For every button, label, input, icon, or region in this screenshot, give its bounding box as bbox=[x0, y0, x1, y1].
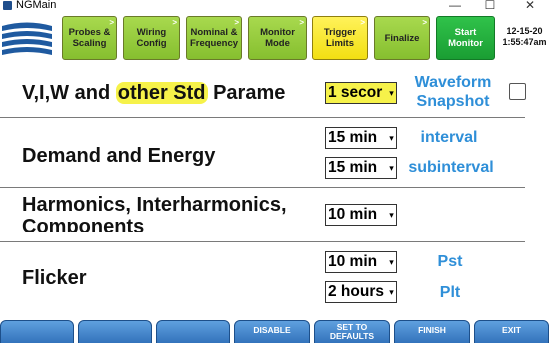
step-nominal-frequency[interactable]: > Nominal & Frequency bbox=[186, 16, 242, 60]
minimize-button[interactable]: — bbox=[445, 0, 465, 12]
plt-interval-value: 2 hours bbox=[328, 283, 384, 300]
step-arrow-icon: > bbox=[422, 18, 427, 27]
step-arrow-icon: > bbox=[360, 18, 365, 27]
harmonics-label-line2: Components bbox=[22, 216, 145, 232]
vi-row-label: V,I,W and other Std Parame bbox=[22, 82, 285, 105]
window-title: NGMain bbox=[16, 0, 57, 11]
function-key-2[interactable] bbox=[78, 320, 152, 343]
wizard-toolbar: > Probes & Scaling > Wiring Config > Nom… bbox=[0, 12, 549, 64]
waveform-label: Waveform bbox=[414, 74, 492, 91]
step-finalize[interactable]: > Finalize bbox=[374, 16, 430, 60]
app-icon bbox=[3, 1, 12, 10]
row-divider bbox=[0, 117, 525, 118]
step-probes-scaling[interactable]: > Probes & Scaling bbox=[62, 16, 117, 60]
demand-interval-value: 15 min bbox=[328, 129, 378, 146]
step-label: Start Monitor bbox=[448, 27, 483, 49]
function-key-bar: DISABLE SET TO DEFAULTS FINISH EXIT bbox=[0, 320, 549, 343]
step-label: Finalize bbox=[384, 32, 420, 44]
flicker-row-label: Flicker bbox=[22, 267, 87, 289]
row-divider bbox=[0, 241, 525, 242]
waveform-snapshot-checkbox[interactable] bbox=[509, 83, 526, 100]
step-arrow-icon: > bbox=[172, 18, 177, 27]
demand-row-label: Demand and Energy bbox=[22, 145, 216, 167]
pst-interval-select[interactable]: 10 min ▾ bbox=[325, 251, 397, 273]
vi-interval-select[interactable]: 1 secor ▾ bbox=[325, 82, 397, 104]
step-label: Trigger Limits bbox=[323, 27, 357, 49]
demand-subinterval-value: 15 min bbox=[328, 159, 378, 176]
function-key-3[interactable] bbox=[156, 320, 230, 343]
function-key-1[interactable] bbox=[0, 320, 74, 343]
harmonics-interval-select[interactable]: 10 min ▾ bbox=[325, 204, 397, 226]
vi-interval-value: 1 secor bbox=[328, 84, 383, 101]
pst-label: Pst bbox=[437, 253, 463, 270]
demand-subinterval-select[interactable]: 15 min ▾ bbox=[325, 157, 397, 179]
step-monitor-mode[interactable]: > Monitor Mode bbox=[248, 16, 307, 60]
vi-label-prefix: V,I,W and bbox=[22, 82, 116, 104]
time-text: 1:55:47am bbox=[502, 37, 547, 47]
chevron-down-icon[interactable]: ▾ bbox=[387, 282, 396, 302]
plt-label: Plt bbox=[439, 284, 461, 301]
window-titlebar: NGMain — ☐ ✕ bbox=[0, 0, 549, 12]
pst-interval-value: 10 min bbox=[328, 253, 378, 270]
step-label: Wiring Config bbox=[136, 27, 167, 49]
disable-button[interactable]: DISABLE bbox=[234, 320, 310, 343]
subinterval-label: subinterval bbox=[408, 159, 494, 176]
snapshot-label: Snapshot bbox=[416, 93, 490, 110]
set-to-defaults-button[interactable]: SET TO DEFAULTS bbox=[314, 320, 390, 343]
finish-button[interactable]: FINISH bbox=[394, 320, 470, 343]
harmonics-label-line1: Harmonics, Interharmonics, bbox=[22, 194, 287, 216]
harmonics-row: Harmonics, Interharmonics, Components bbox=[0, 188, 549, 232]
step-label: Probes & Scaling bbox=[68, 27, 111, 49]
vi-label-highlight: other Std bbox=[115, 82, 208, 104]
chevron-down-icon[interactable]: ▾ bbox=[387, 205, 396, 225]
exit-button[interactable]: EXIT bbox=[474, 320, 549, 343]
company-logo-icon bbox=[0, 17, 54, 61]
chevron-down-icon[interactable]: ▾ bbox=[387, 252, 396, 272]
close-button[interactable]: ✕ bbox=[520, 0, 540, 12]
chevron-down-icon[interactable]: ▾ bbox=[387, 158, 396, 178]
step-arrow-icon: > bbox=[234, 18, 239, 27]
demand-interval-select[interactable]: 15 min ▾ bbox=[325, 127, 397, 149]
step-trigger-limits[interactable]: > Trigger Limits bbox=[312, 16, 368, 60]
step-arrow-icon: > bbox=[109, 18, 114, 27]
date-text: 12-15-20 bbox=[506, 26, 543, 36]
step-arrow-icon: > bbox=[299, 18, 304, 27]
vi-label-suffix: Parame bbox=[207, 82, 286, 104]
plt-interval-select[interactable]: 2 hours ▾ bbox=[325, 281, 397, 303]
start-monitor-button[interactable]: Start Monitor bbox=[436, 16, 495, 60]
step-label: Nominal & Frequency bbox=[189, 27, 239, 49]
harmonics-interval-value: 10 min bbox=[328, 206, 378, 223]
chevron-down-icon[interactable]: ▾ bbox=[387, 128, 396, 148]
maximize-button[interactable]: ☐ bbox=[480, 0, 500, 12]
datetime-display: 12-15-20 1:55:47am bbox=[500, 26, 549, 48]
step-wiring-config[interactable]: > Wiring Config bbox=[123, 16, 180, 60]
step-label: Monitor Mode bbox=[260, 27, 295, 49]
chevron-down-icon[interactable]: ▾ bbox=[387, 83, 396, 103]
interval-label: interval bbox=[420, 129, 478, 146]
